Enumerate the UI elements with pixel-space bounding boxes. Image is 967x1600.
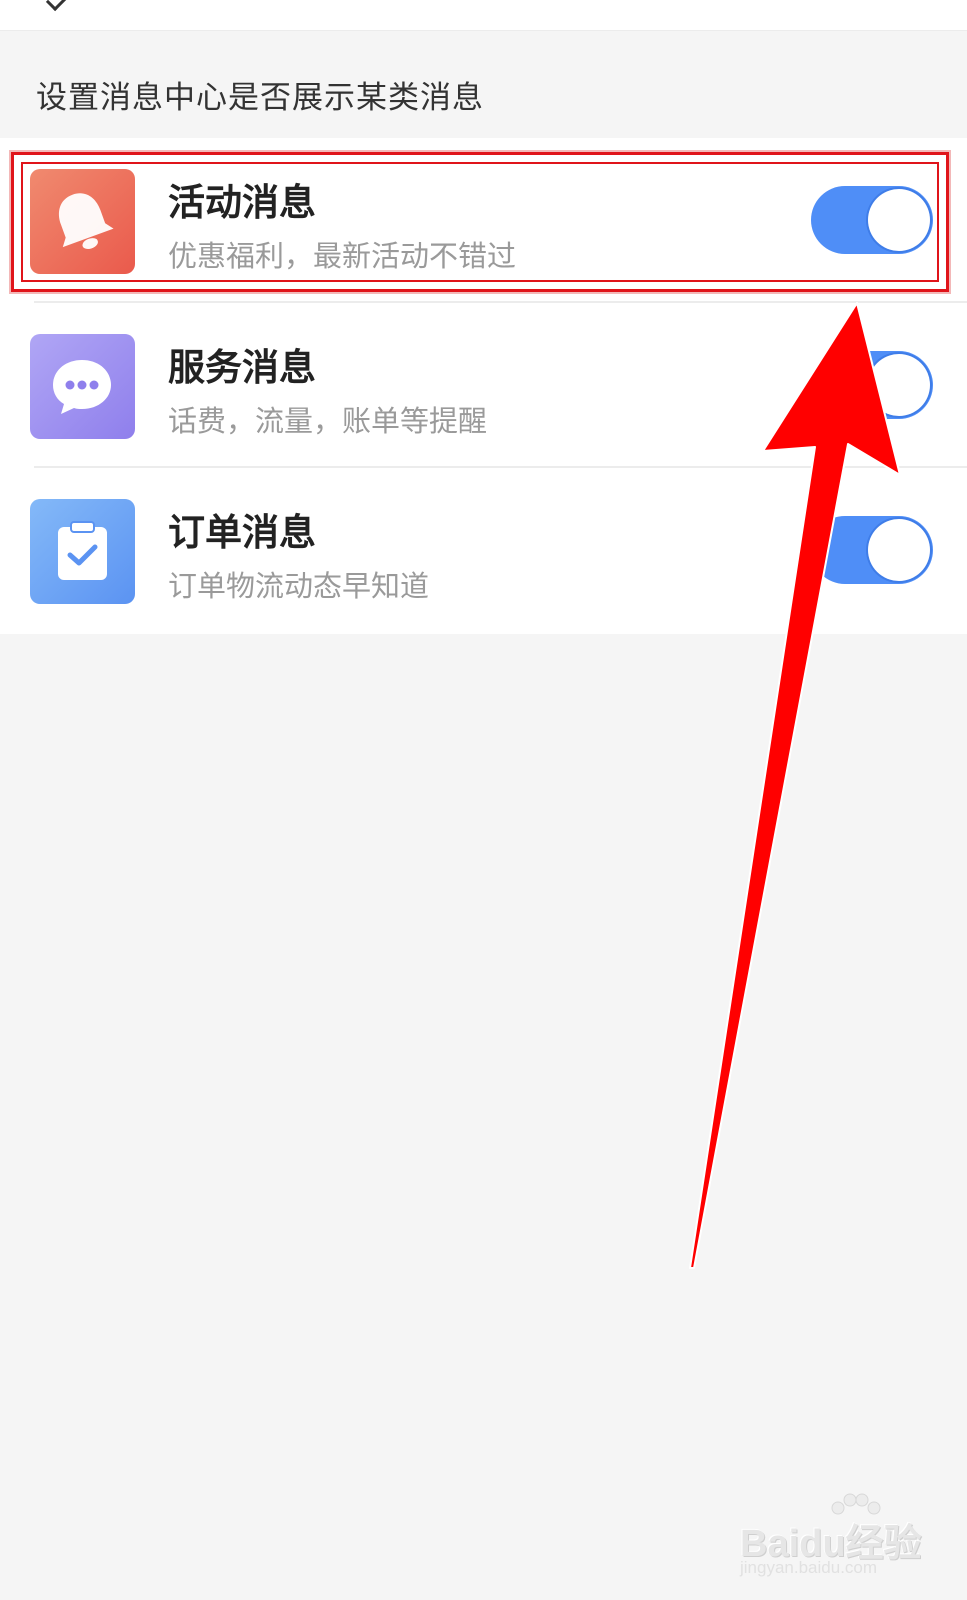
watermark: Baidu经验 jingyan.baidu.com — [740, 1492, 955, 1582]
top-app-bar — [0, 0, 967, 31]
bell-icon — [30, 169, 135, 274]
item-title: 活动消息 — [168, 181, 316, 224]
list-item-activity[interactable]: 活动消息 优惠福利，最新活动不错过 — [0, 138, 967, 303]
watermark-url: jingyan.baidu.com — [740, 1558, 878, 1577]
message-type-list: 活动消息 优惠福利，最新活动不错过 服务消息 话费，流量，账单等提醒 订单消息 … — [0, 138, 967, 634]
item-subtitle: 话费，流量，账单等提醒 — [168, 404, 488, 438]
list-item-order[interactable]: 订单消息 订单物流动态早知道 — [0, 468, 967, 633]
chat-bubble-icon — [30, 334, 135, 439]
toggle-knob — [868, 519, 930, 581]
toggle-knob — [868, 354, 930, 416]
toggle-knob — [868, 189, 930, 251]
paw-logo-icon — [831, 1493, 881, 1515]
order-toggle[interactable] — [811, 516, 933, 584]
list-item-service[interactable]: 服务消息 话费，流量，账单等提醒 — [0, 303, 967, 468]
item-subtitle: 优惠福利，最新活动不错过 — [168, 239, 517, 273]
back-arrow-icon[interactable] — [45, 0, 68, 12]
item-subtitle: 订单物流动态早知道 — [168, 569, 430, 603]
activity-toggle[interactable] — [811, 186, 933, 254]
item-title: 订单消息 — [168, 511, 316, 554]
item-title: 服务消息 — [168, 346, 316, 389]
service-toggle[interactable] — [811, 351, 933, 419]
clipboard-check-icon — [30, 499, 135, 604]
watermark-brand: Baidu经验 — [740, 1523, 922, 1565]
section-description: 设置消息中心是否展示某类消息 — [36, 80, 484, 116]
